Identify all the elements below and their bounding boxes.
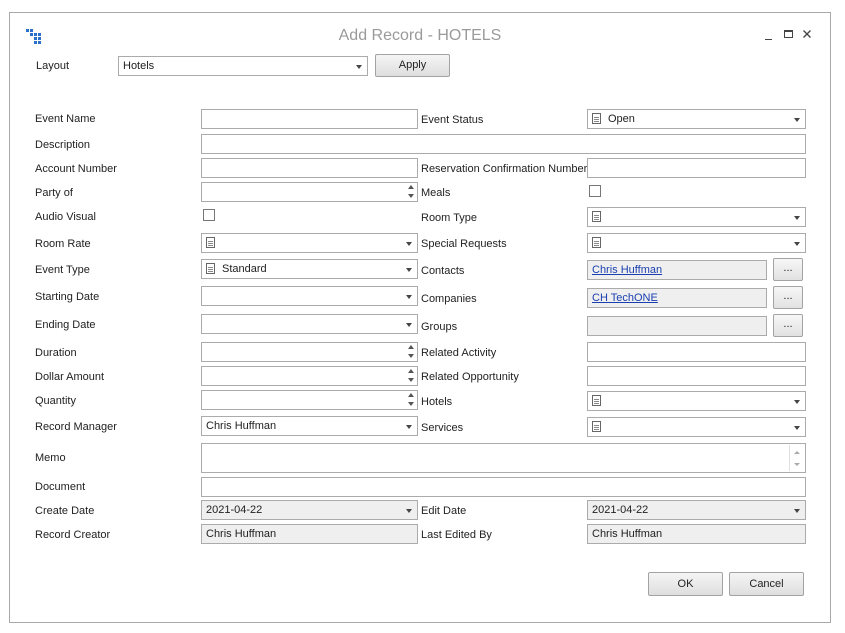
audio-visual-checkbox[interactable] xyxy=(203,209,215,221)
audio-visual-label: Audio Visual xyxy=(35,211,96,223)
create-date-picker[interactable]: 2021-04-22 xyxy=(201,500,418,520)
starting-date-label: Starting Date xyxy=(35,291,100,303)
last-edited-by-label: Last Edited By xyxy=(421,529,492,541)
ending-date-picker[interactable] xyxy=(201,314,418,334)
edit-date-picker[interactable]: 2021-04-22 xyxy=(587,500,806,520)
services-select[interactable] xyxy=(587,417,806,437)
memo-scrollbar[interactable] xyxy=(789,445,804,471)
cancel-button[interactable]: Cancel xyxy=(729,572,804,596)
hotels-select[interactable] xyxy=(587,391,806,411)
record-creator-field: Chris Huffman xyxy=(201,524,418,544)
maximize-button[interactable] xyxy=(784,30,793,38)
event-name-input[interactable] xyxy=(201,109,418,129)
related-opportunity-input[interactable] xyxy=(587,366,806,386)
document-icon xyxy=(592,113,601,124)
related-opportunity-label: Related Opportunity xyxy=(421,371,519,383)
document-icon xyxy=(592,421,601,432)
dollar-amount-spinner[interactable] xyxy=(406,368,416,384)
groups-field xyxy=(587,316,767,336)
duration-stepper[interactable] xyxy=(201,342,418,362)
duration-spinner[interactable] xyxy=(406,344,416,360)
record-creator-label: Record Creator xyxy=(35,529,111,541)
last-edited-by-field: Chris Huffman xyxy=(587,524,806,544)
create-date-value: 2021-04-22 xyxy=(206,504,263,516)
description-label: Description xyxy=(35,139,91,151)
edit-date-label: Edit Date xyxy=(421,505,467,517)
related-activity-input[interactable] xyxy=(587,342,806,362)
document-input[interactable] xyxy=(201,477,806,497)
close-button[interactable] xyxy=(802,29,812,39)
starting-date-picker[interactable] xyxy=(201,286,418,306)
groups-browse-button[interactable]: ... xyxy=(773,314,803,337)
event-status-label: Event Status xyxy=(421,114,484,126)
event-name-label: Event Name xyxy=(35,113,96,125)
meals-checkbox[interactable] xyxy=(589,185,601,197)
quantity-stepper[interactable] xyxy=(201,390,418,410)
document-label: Document xyxy=(35,481,86,493)
edit-date-value: 2021-04-22 xyxy=(592,504,649,516)
room-type-label: Room Type xyxy=(421,212,478,224)
add-record-window: Add Record - HOTELS Layout Hotels Apply … xyxy=(9,12,831,623)
contacts-browse-button[interactable]: ... xyxy=(773,258,803,281)
document-icon xyxy=(592,211,601,222)
services-label: Services xyxy=(421,422,464,434)
memo-label: Memo xyxy=(35,452,66,464)
ok-button[interactable]: OK xyxy=(648,572,723,596)
meals-label: Meals xyxy=(421,187,451,199)
companies-link[interactable]: CH TechONE xyxy=(592,292,658,304)
party-of-spinner[interactable] xyxy=(406,184,416,200)
account-number-label: Account Number xyxy=(35,163,117,175)
companies-browse-button[interactable]: ... xyxy=(773,286,803,309)
reservation-confirmation-number-input[interactable] xyxy=(587,158,806,178)
layout-select-value: Hotels xyxy=(123,60,155,72)
dollar-amount-stepper[interactable] xyxy=(201,366,418,386)
event-status-select[interactable]: Open xyxy=(587,109,806,129)
document-icon xyxy=(206,263,215,274)
layout-label: Layout xyxy=(36,60,70,72)
contacts-link[interactable]: Chris Huffman xyxy=(592,264,662,276)
reservation-confirmation-number-label: Reservation Confirmation Number xyxy=(421,163,588,175)
companies-label: Companies xyxy=(421,293,477,305)
layout-select[interactable]: Hotels xyxy=(118,56,368,76)
apply-button[interactable]: Apply xyxy=(375,54,450,77)
quantity-spinner[interactable] xyxy=(406,392,416,408)
related-activity-label: Related Activity xyxy=(421,347,497,359)
room-rate-label: Room Rate xyxy=(35,238,91,250)
memo-textarea[interactable] xyxy=(201,443,806,473)
hotels-label: Hotels xyxy=(421,396,453,408)
room-type-select[interactable] xyxy=(587,207,806,227)
window-title: Add Record - HOTELS xyxy=(338,27,502,44)
record-manager-value: Chris Huffman xyxy=(206,420,277,432)
record-manager-select[interactable]: Chris Huffman xyxy=(201,416,418,436)
event-type-label: Event Type xyxy=(35,264,90,276)
special-requests-select[interactable] xyxy=(587,233,806,253)
minimize-button[interactable] xyxy=(764,31,774,41)
groups-label: Groups xyxy=(421,321,458,333)
duration-label: Duration xyxy=(35,347,77,359)
room-rate-select[interactable] xyxy=(201,233,418,253)
dollar-amount-label: Dollar Amount xyxy=(35,371,105,383)
create-date-label: Create Date xyxy=(35,505,95,517)
description-input[interactable] xyxy=(201,134,806,154)
contacts-label: Contacts xyxy=(421,265,465,277)
party-of-stepper[interactable] xyxy=(201,182,418,202)
event-type-value: Standard xyxy=(222,263,267,275)
quantity-label: Quantity xyxy=(35,395,76,407)
document-icon xyxy=(592,237,601,248)
document-icon xyxy=(206,237,215,248)
contacts-field: Chris Huffman xyxy=(587,260,767,280)
document-icon xyxy=(592,395,601,406)
event-type-select[interactable]: Standard xyxy=(201,259,418,279)
party-of-label: Party of xyxy=(35,187,73,199)
close-icon xyxy=(803,30,811,38)
special-requests-label: Special Requests xyxy=(421,238,507,250)
companies-field: CH TechONE xyxy=(587,288,767,308)
account-number-input[interactable] xyxy=(201,158,418,178)
ending-date-label: Ending Date xyxy=(35,319,96,331)
event-status-value: Open xyxy=(608,113,635,125)
record-manager-label: Record Manager xyxy=(35,421,117,433)
